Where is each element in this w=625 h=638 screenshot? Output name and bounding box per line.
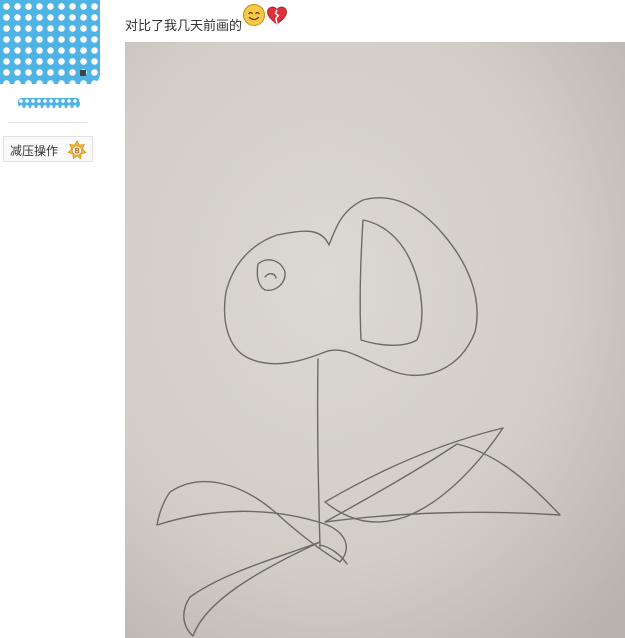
broken-heart-emoji-icon (267, 6, 287, 25)
post-content: 对比了我几天前画的 (108, 0, 625, 638)
level-name: 减压操作 (10, 144, 59, 158)
post-photo-sketch[interactable] (125, 42, 625, 638)
smile-emoji-icon (243, 4, 265, 26)
avatar-corner-mark (80, 70, 86, 76)
paper-background (125, 42, 625, 638)
user-level-badge[interactable]: 减压操作 8 (3, 136, 93, 162)
author-sidebar: 减压操作 8 (0, 0, 108, 638)
level-star-icon: 8 (67, 140, 87, 160)
username-obscured[interactable] (18, 98, 80, 108)
sidebar-divider (8, 122, 88, 123)
post-text: 对比了我几天前画的 (125, 19, 243, 34)
avatar[interactable] (0, 0, 100, 84)
level-number: 8 (74, 146, 80, 155)
